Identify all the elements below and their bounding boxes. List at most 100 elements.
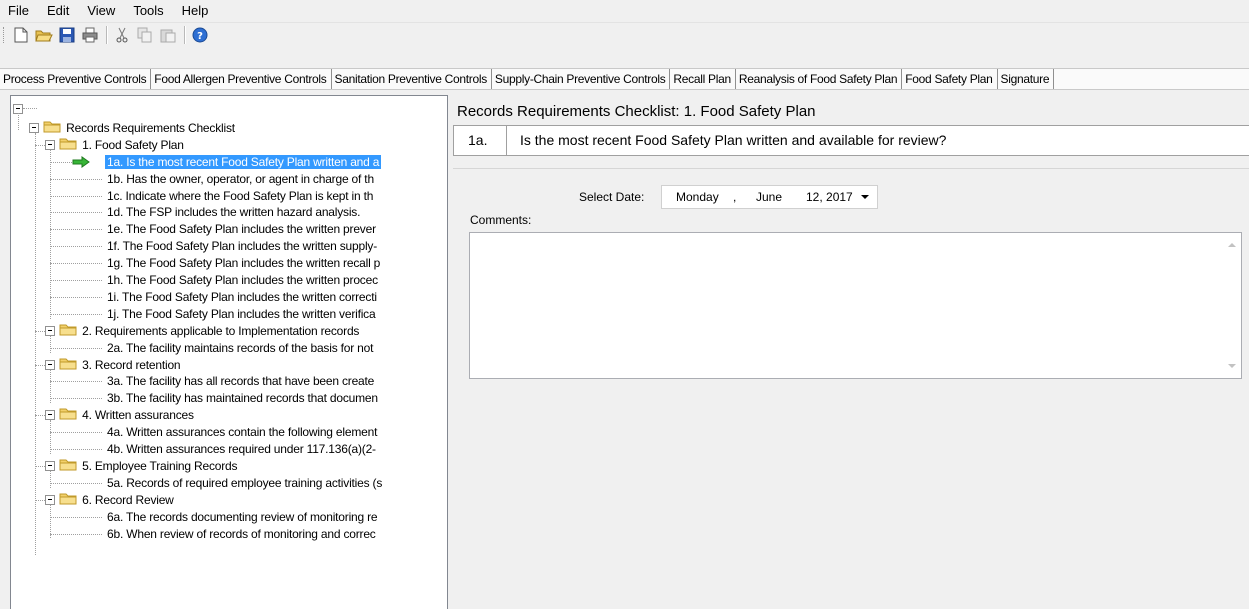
tree-node-item[interactable]: 1h. The Food Safety Plan includes the wr…: [105, 272, 380, 289]
tab-food-safety-plan[interactable]: Food Safety Plan: [902, 69, 998, 89]
tree-connector: [35, 330, 45, 332]
tree-node-label: 6. Record Review: [82, 492, 174, 507]
tree-node-label: 2a. The facility maintains records of th…: [107, 340, 374, 355]
menu-file[interactable]: File: [0, 0, 37, 22]
help-icon[interactable]: ?: [190, 25, 210, 45]
menu-tools[interactable]: Tools: [123, 0, 171, 22]
tree-node-item[interactable]: 6b. When review of records of monitoring…: [105, 526, 378, 543]
tree-node-item[interactable]: 5a. Records of required employee trainin…: [105, 475, 384, 492]
tab-sanitation-preventive-controls[interactable]: Sanitation Preventive Controls: [332, 69, 492, 89]
tree-connector: [50, 313, 102, 315]
tree-node-section[interactable]: 1. Food Safety Plan: [59, 137, 186, 154]
date-picker[interactable]: Monday , June 12, 2017: [661, 185, 878, 209]
toolbar-separator: [184, 26, 185, 44]
tree-node-section[interactable]: 5. Employee Training Records: [59, 458, 239, 475]
select-date-label: Select Date:: [579, 190, 645, 204]
tree-node-item[interactable]: 1b. Has the owner, operator, or agent in…: [105, 171, 376, 188]
tree-node-item[interactable]: 4b. Written assurances required under 11…: [105, 441, 378, 458]
print-icon[interactable]: [80, 25, 100, 45]
section-collapse-toggle[interactable]: [45, 325, 55, 336]
tree-node-item[interactable]: 2a. The facility maintains records of th…: [105, 340, 375, 357]
scroll-down-arrow-icon[interactable]: [1228, 364, 1236, 368]
tree-node-item[interactable]: 1a. Is the most recent Food Safety Plan …: [105, 154, 382, 171]
tree-connector: [18, 113, 19, 130]
folder-open-icon: [59, 323, 77, 341]
cut-icon[interactable]: [112, 25, 132, 45]
date-separator: ,: [733, 190, 737, 204]
tree-node-section[interactable]: 3. Record retention: [59, 357, 182, 374]
tree-connector: [50, 398, 102, 400]
tree-connector: [50, 296, 102, 298]
new-document-icon[interactable]: [11, 25, 31, 45]
tree-node-section[interactable]: 4. Written assurances: [59, 407, 196, 424]
tree-node-item[interactable]: 1e. The Food Safety Plan includes the wr…: [105, 221, 378, 238]
tree-connector: [35, 144, 45, 146]
tab-food-allergen-preventive-controls[interactable]: Food Allergen Preventive Controls: [151, 69, 332, 89]
comments-scrollbar[interactable]: [1224, 233, 1241, 378]
date-weekday: Monday: [676, 190, 719, 204]
tree-node-label: 1h. The Food Safety Plan includes the wr…: [107, 273, 378, 287]
tree-node-item[interactable]: 3b. The facility has maintained records …: [105, 390, 380, 407]
tree-node-item[interactable]: 1c. Indicate where the Food Safety Plan …: [105, 188, 375, 205]
tree-node-item[interactable]: 1g. The Food Safety Plan includes the wr…: [105, 255, 382, 272]
tree-node-records-checklist[interactable]: Records Requirements Checklist: [43, 120, 237, 137]
section-collapse-toggle[interactable]: [45, 494, 55, 505]
tree-node-label: 4a. Written assurances contain the follo…: [107, 425, 378, 440]
scroll-up-arrow-icon[interactable]: [1228, 243, 1236, 247]
tree-connector: [50, 504, 51, 539]
date-month: June: [756, 190, 783, 204]
tab-process-preventive-controls[interactable]: Process Preventive Controls: [0, 69, 152, 89]
open-folder-icon[interactable]: [34, 25, 54, 45]
tree-node-item[interactable]: 1f. The Food Safety Plan includes the wr…: [105, 238, 379, 255]
tree-node-item[interactable]: 1i. The Food Safety Plan includes the wr…: [105, 289, 379, 306]
tree-node-item[interactable]: 1d. The FSP includes the written hazard …: [105, 204, 362, 221]
tree-node-section[interactable]: 6. Record Review: [59, 492, 176, 509]
tree-connector: [50, 161, 72, 163]
tree-node-item[interactable]: 3a. The facility has all records that ha…: [105, 373, 376, 390]
tree-connector: [50, 195, 102, 197]
tree-connector: [50, 246, 102, 248]
tree-node-label: 6a. The records documenting review of mo…: [107, 509, 378, 524]
menu-help[interactable]: Help: [172, 0, 217, 22]
toolbar-grip[interactable]: [3, 27, 7, 43]
tree-node-label: 3b. The facility has maintained records …: [107, 391, 378, 406]
tree-connector: [50, 420, 51, 454]
section-collapse-toggle[interactable]: [45, 460, 55, 471]
menu-view[interactable]: View: [77, 0, 123, 22]
question-divider: [506, 126, 507, 155]
tree-connector: [35, 132, 36, 556]
section-collapse-toggle[interactable]: [45, 139, 55, 150]
tree-node-label: 1i. The Food Safety Plan includes the wr…: [107, 289, 377, 304]
menu-bar: File Edit View Tools Help: [0, 0, 1249, 23]
tree-node-label: 1j. The Food Safety Plan includes the wr…: [107, 306, 376, 321]
folder-open-icon: [59, 492, 77, 510]
comments-textarea[interactable]: [469, 232, 1242, 379]
tree-connector: [50, 381, 102, 383]
section-collapse-toggle[interactable]: [45, 410, 55, 421]
tree-node-item[interactable]: 4a. Written assurances contain the follo…: [105, 424, 379, 441]
toolbar-separator: [106, 26, 107, 44]
checklist-collapse-toggle[interactable]: [29, 122, 39, 133]
tree-node-label: 1. Food Safety Plan: [82, 137, 184, 152]
tree-node-label: 1d. The FSP includes the written hazard …: [107, 205, 361, 220]
tree-node-item[interactable]: 6a. The records documenting review of mo…: [105, 509, 379, 526]
tree-node-label: 1a. Is the most recent Food Safety Plan …: [105, 154, 382, 169]
tree-node-item[interactable]: 1j. The Food Safety Plan includes the wr…: [105, 306, 377, 323]
folder-open-icon: [59, 137, 77, 155]
section-collapse-toggle[interactable]: [45, 359, 55, 370]
tree-connector: [50, 470, 51, 488]
panel-title: Records Requirements Checklist: 1. Food …: [457, 103, 816, 120]
tab-reanalysis-of-food-safety-plan[interactable]: Reanalysis of Food Safety Plan: [736, 69, 903, 89]
copy-icon[interactable]: [135, 25, 155, 45]
checklist-tree[interactable]: Records Requirements Checklist 1. Food S…: [10, 95, 448, 609]
chevron-down-icon[interactable]: [860, 186, 870, 215]
paste-icon[interactable]: [158, 25, 178, 45]
tab-recall-plan[interactable]: Recall Plan: [670, 69, 736, 89]
tree-connector: [50, 516, 102, 518]
menu-edit[interactable]: Edit: [37, 0, 77, 22]
save-icon[interactable]: [57, 25, 77, 45]
tab-supply-chain-preventive-controls[interactable]: Supply-Chain Preventive Controls: [492, 69, 671, 89]
tab-signature[interactable]: Signature: [998, 69, 1055, 89]
tree-connector: [50, 212, 102, 214]
tree-node-section[interactable]: 2. Requirements applicable to Implementa…: [59, 323, 361, 340]
